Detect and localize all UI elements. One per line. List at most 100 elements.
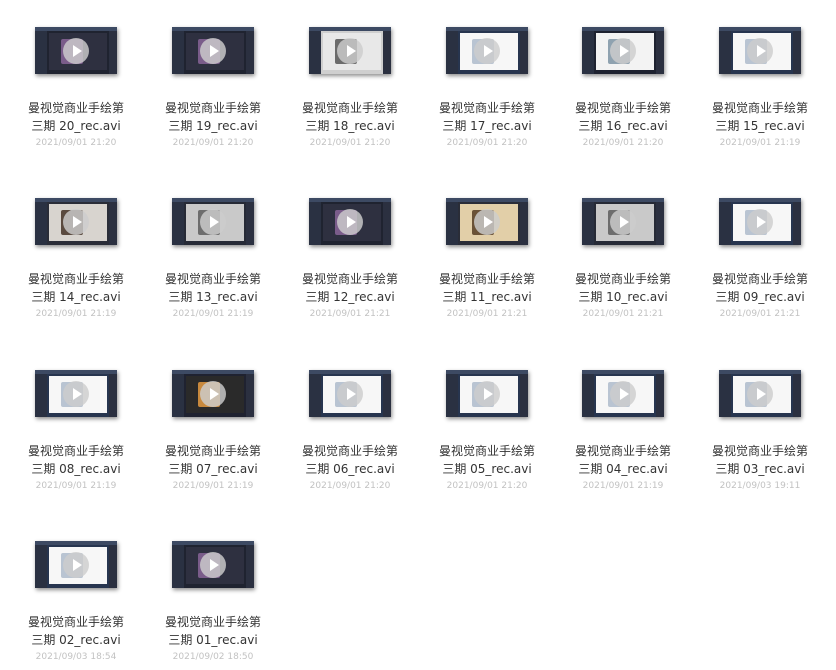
video-thumbnail[interactable] — [582, 27, 664, 74]
file-name-line2: 三期 09_rec.avi — [715, 290, 805, 304]
video-thumbnail[interactable] — [719, 27, 801, 74]
file-item[interactable]: 曼视觉商业手绘第 三期 17_rec.avi 2021/09/01 21:20 — [427, 0, 547, 150]
video-thumbnail[interactable] — [309, 370, 391, 417]
thumbnail-titlebar — [309, 370, 391, 374]
thumbnail-sidebar — [309, 374, 321, 417]
file-name[interactable]: 曼视觉商业手绘第 三期 12_rec.avi — [290, 270, 410, 306]
file-item[interactable]: 曼视觉商业手绘第 三期 06_rec.avi 2021/09/01 21:20 — [290, 343, 410, 493]
play-icon — [337, 208, 363, 235]
thumbnail-sidebar — [719, 202, 731, 245]
file-item[interactable]: 曼视觉商业手绘第 三期 01_rec.avi 2021/09/02 18:50 — [153, 514, 273, 664]
thumbnail-titlebar — [446, 27, 528, 31]
file-name[interactable]: 曼视觉商业手绘第 三期 09_rec.avi — [700, 270, 820, 306]
thumbnail-sidebar — [582, 374, 594, 417]
file-modified-date: 2021/09/01 21:20 — [35, 138, 117, 148]
file-name[interactable]: 曼视觉商业手绘第 三期 07_rec.avi — [153, 442, 273, 478]
file-name[interactable]: 曼视觉商业手绘第 三期 13_rec.avi — [153, 270, 273, 306]
file-item[interactable]: 曼视觉商业手绘第 三期 15_rec.avi 2021/09/01 21:19 — [700, 0, 820, 150]
thumbnail-panel — [246, 202, 254, 245]
thumbnail-sidebar — [719, 374, 731, 417]
file-name-line2: 三期 14_rec.avi — [31, 290, 121, 304]
file-item[interactable]: 曼视觉商业手绘第 三期 19_rec.avi 2021/09/01 21:20 — [153, 0, 273, 150]
thumbnail-sidebar — [582, 31, 594, 74]
file-name[interactable]: 曼视觉商业手绘第 三期 15_rec.avi — [700, 99, 820, 135]
file-item[interactable]: 曼视觉商业手绘第 三期 05_rec.avi 2021/09/01 21:20 — [427, 343, 547, 493]
video-thumbnail[interactable] — [446, 27, 528, 74]
play-icon — [200, 551, 226, 578]
file-item[interactable]: 曼视觉商业手绘第 三期 02_rec.avi 2021/09/03 18:54 — [16, 514, 136, 664]
video-thumbnail[interactable] — [719, 198, 801, 245]
file-modified-date: 2021/09/02 18:50 — [172, 652, 254, 662]
file-name[interactable]: 曼视觉商业手绘第 三期 20_rec.avi — [16, 99, 136, 135]
file-item[interactable]: 曼视觉商业手绘第 三期 09_rec.avi 2021/09/01 21:21 — [700, 171, 820, 321]
thumbnail-panel — [109, 31, 117, 74]
video-thumbnail[interactable] — [582, 198, 664, 245]
video-thumbnail[interactable] — [309, 198, 391, 245]
file-name[interactable]: 曼视觉商业手绘第 三期 04_rec.avi — [563, 442, 683, 478]
file-modified-date: 2021/09/01 21:20 — [582, 138, 664, 148]
thumbnail-sidebar — [309, 202, 321, 245]
file-item[interactable]: 曼视觉商业手绘第 三期 18_rec.avi 2021/09/01 21:20 — [290, 0, 410, 150]
thumbnail-panel — [383, 374, 391, 417]
video-thumbnail[interactable] — [446, 370, 528, 417]
video-thumbnail[interactable] — [172, 370, 254, 417]
file-name[interactable]: 曼视觉商业手绘第 三期 02_rec.avi — [16, 613, 136, 649]
file-name-line2: 三期 19_rec.avi — [168, 119, 258, 133]
file-name[interactable]: 曼视觉商业手绘第 三期 10_rec.avi — [563, 270, 683, 306]
file-item[interactable]: 曼视觉商业手绘第 三期 20_rec.avi 2021/09/01 21:20 — [16, 0, 136, 150]
video-thumbnail[interactable] — [309, 27, 391, 74]
video-thumbnail[interactable] — [172, 541, 254, 588]
file-name-line1: 曼视觉商业手绘第 — [27, 615, 124, 629]
video-thumbnail[interactable] — [35, 198, 117, 245]
file-name-line1: 曼视觉商业手绘第 — [438, 444, 535, 458]
thumbnail-titlebar — [172, 198, 254, 202]
thumbnail-titlebar — [309, 27, 391, 31]
file-name[interactable]: 曼视觉商业手绘第 三期 17_rec.avi — [427, 99, 547, 135]
file-name[interactable]: 曼视觉商业手绘第 三期 08_rec.avi — [16, 442, 136, 478]
file-name[interactable]: 曼视觉商业手绘第 三期 16_rec.avi — [563, 99, 683, 135]
video-thumbnail[interactable] — [719, 370, 801, 417]
file-name-line1: 曼视觉商业手绘第 — [27, 272, 124, 286]
thumbnail-sidebar — [719, 31, 731, 74]
thumbnail-titlebar — [582, 198, 664, 202]
file-item[interactable]: 曼视觉商业手绘第 三期 11_rec.avi 2021/09/01 21:21 — [427, 171, 547, 321]
play-icon — [200, 380, 226, 407]
file-item[interactable]: 曼视觉商业手绘第 三期 10_rec.avi 2021/09/01 21:21 — [563, 171, 683, 321]
video-thumbnail[interactable] — [582, 370, 664, 417]
file-name[interactable]: 曼视觉商业手绘第 三期 19_rec.avi — [153, 99, 273, 135]
thumbnail-sidebar — [172, 31, 184, 74]
file-item[interactable]: 曼视觉商业手绘第 三期 13_rec.avi 2021/09/01 21:19 — [153, 171, 273, 321]
file-name-line1: 曼视觉商业手绘第 — [711, 101, 808, 115]
file-name[interactable]: 曼视觉商业手绘第 三期 03_rec.avi — [700, 442, 820, 478]
file-name[interactable]: 曼视觉商业手绘第 三期 18_rec.avi — [290, 99, 410, 135]
video-thumbnail[interactable] — [446, 198, 528, 245]
video-thumbnail[interactable] — [35, 541, 117, 588]
play-icon — [747, 208, 773, 235]
file-modified-date: 2021/09/01 21:21 — [309, 309, 391, 319]
file-item[interactable]: 曼视觉商业手绘第 三期 04_rec.avi 2021/09/01 21:19 — [563, 343, 683, 493]
file-item[interactable]: 曼视觉商业手绘第 三期 14_rec.avi 2021/09/01 21:19 — [16, 171, 136, 321]
file-item[interactable]: 曼视觉商业手绘第 三期 08_rec.avi 2021/09/01 21:19 — [16, 343, 136, 493]
file-name[interactable]: 曼视觉商业手绘第 三期 06_rec.avi — [290, 442, 410, 478]
file-modified-date: 2021/09/01 21:20 — [446, 481, 528, 491]
video-thumbnail[interactable] — [35, 370, 117, 417]
file-name-line2: 三期 12_rec.avi — [305, 290, 395, 304]
file-item[interactable]: 曼视觉商业手绘第 三期 16_rec.avi 2021/09/01 21:20 — [563, 0, 683, 150]
thumbnail-sidebar — [35, 374, 47, 417]
file-modified-date: 2021/09/01 21:21 — [719, 309, 801, 319]
file-item[interactable]: 曼视觉商业手绘第 三期 03_rec.avi 2021/09/03 19:11 — [700, 343, 820, 493]
file-name-line1: 曼视觉商业手绘第 — [301, 444, 398, 458]
file-name[interactable]: 曼视觉商业手绘第 三期 11_rec.avi — [427, 270, 547, 306]
file-name[interactable]: 曼视觉商业手绘第 三期 01_rec.avi — [153, 613, 273, 649]
video-thumbnail[interactable] — [35, 27, 117, 74]
thumbnail-sidebar — [172, 545, 184, 588]
file-name-line2: 三期 05_rec.avi — [442, 462, 532, 476]
thumbnail-panel — [793, 31, 801, 74]
file-name[interactable]: 曼视觉商业手绘第 三期 14_rec.avi — [16, 270, 136, 306]
video-thumbnail[interactable] — [172, 198, 254, 245]
file-name[interactable]: 曼视觉商业手绘第 三期 05_rec.avi — [427, 442, 547, 478]
file-item[interactable]: 曼视觉商业手绘第 三期 07_rec.avi 2021/09/01 21:19 — [153, 343, 273, 493]
play-icon — [63, 208, 89, 235]
file-item[interactable]: 曼视觉商业手绘第 三期 12_rec.avi 2021/09/01 21:21 — [290, 171, 410, 321]
video-thumbnail[interactable] — [172, 27, 254, 74]
